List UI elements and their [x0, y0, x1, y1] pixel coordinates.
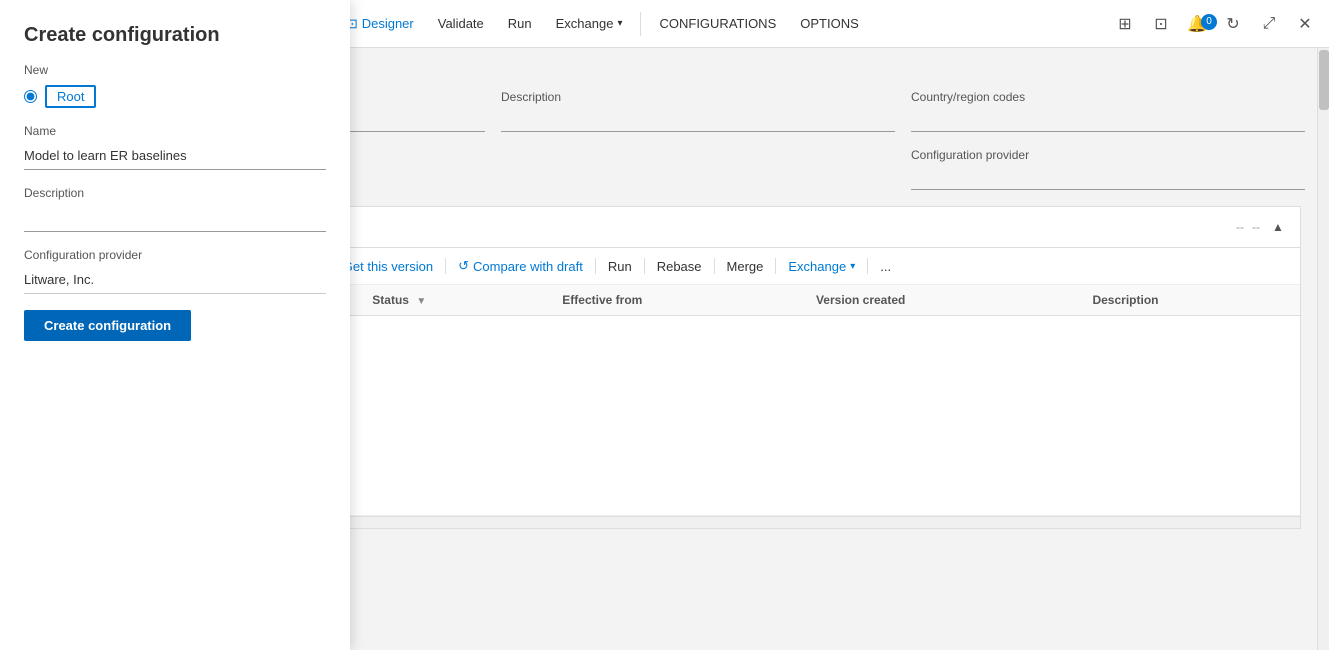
nav-separator-2 — [640, 12, 641, 36]
overlay-title: Create configuration — [24, 24, 326, 47]
overlay-name-label: Name — [24, 124, 326, 138]
description-field-label: Description — [501, 90, 895, 104]
compare-icon: ↺ — [458, 258, 469, 274]
status-filter-icon[interactable]: ▼ — [416, 296, 426, 307]
compare-draft-button[interactable]: ↺ Compare with draft — [450, 254, 591, 278]
config-provider-input[interactable] — [911, 166, 1305, 190]
expand-icon: ⤢ — [1263, 15, 1276, 33]
versions-exchange-button[interactable]: Exchange ▾ — [780, 255, 863, 278]
designer-label: Designer — [362, 16, 414, 31]
new-section-label: New — [24, 63, 326, 77]
overlay-description-label: Description — [24, 186, 326, 200]
run-button[interactable]: Run — [498, 10, 542, 37]
versions-dash1: -- — [1236, 220, 1244, 234]
rebase-button[interactable]: Rebase — [649, 255, 710, 278]
col-version-created: Version created — [804, 285, 1081, 316]
settings-icon-btn[interactable]: ⊞ — [1109, 8, 1141, 40]
options-button[interactable]: OPTIONS — [790, 10, 869, 37]
new-section: New Root — [24, 63, 326, 108]
toolbar-sep-7 — [775, 258, 776, 274]
overlay-description-input[interactable] — [24, 204, 326, 232]
settings-icon: ⊞ — [1118, 14, 1131, 34]
col-description: Description — [1080, 285, 1300, 316]
versions-controls: -- -- ▲ — [1236, 217, 1288, 237]
scrollbar-thumb[interactable] — [1319, 50, 1329, 110]
validate-button[interactable]: Validate — [428, 10, 494, 37]
toolbar-sep-6 — [714, 258, 715, 274]
description-input-display[interactable] — [501, 108, 895, 132]
options-label: OPTIONS — [800, 16, 859, 31]
office-icon: ⊡ — [1154, 14, 1167, 34]
overlay-provider-value: Litware, Inc. — [24, 266, 326, 294]
close-icon: ✕ — [1298, 14, 1311, 34]
more-button[interactable]: ... — [872, 255, 899, 278]
create-config-submit-label: Create configuration — [44, 318, 171, 333]
versions-collapse-btn[interactable]: ▲ — [1268, 217, 1288, 237]
create-config-overlay: Create configuration New Root Name Descr… — [0, 0, 350, 650]
merge-label: Merge — [727, 259, 764, 274]
notification-badge: 0 — [1201, 14, 1217, 30]
right-scrollbar[interactable] — [1317, 48, 1329, 650]
versions-exchange-label: Exchange — [788, 259, 846, 274]
configurations-nav-button[interactable]: CONFIGURATIONS — [649, 10, 786, 37]
get-version-label: Get this version — [343, 259, 433, 274]
description-field-display: Description — [501, 90, 895, 132]
toolbar-sep-3 — [445, 258, 446, 274]
country-region-label: Country/region codes — [911, 90, 1305, 104]
compare-draft-label: Compare with draft — [473, 259, 583, 274]
overlay-name-input[interactable] — [24, 142, 326, 170]
radio-root-input[interactable] — [24, 90, 37, 103]
expand-button[interactable]: ⤢ — [1253, 8, 1285, 40]
merge-button[interactable]: Merge — [719, 255, 772, 278]
exchange-label: Exchange — [556, 16, 614, 31]
overlay-provider-field: Configuration provider Litware, Inc. — [24, 248, 326, 294]
toolbar-sep-5 — [644, 258, 645, 274]
config-provider-field: Configuration provider — [911, 148, 1305, 190]
create-config-submit-button[interactable]: Create configuration — [24, 310, 191, 341]
validate-label: Validate — [438, 16, 484, 31]
notification-wrapper: 🔔 0 — [1181, 8, 1213, 40]
exchange-btn-dropdown: ▾ — [850, 261, 855, 272]
country-region-input[interactable] — [911, 108, 1305, 132]
refresh-icon: ↻ — [1226, 14, 1239, 34]
overlay-name-field: Name — [24, 124, 326, 170]
toolbar-sep-8 — [867, 258, 868, 274]
run-label: Run — [508, 16, 532, 31]
toolbar-sep-4 — [595, 258, 596, 274]
rebase-label: Rebase — [657, 259, 702, 274]
col-status: Status ▼ — [360, 285, 550, 316]
overlay-provider-label: Configuration provider — [24, 248, 326, 262]
more-label: ... — [880, 259, 891, 274]
exchange-dropdown-icon: ▾ — [617, 18, 622, 29]
exchange-button[interactable]: Exchange ▾ — [546, 10, 633, 37]
overlay-description-field: Description — [24, 186, 326, 232]
config-provider-label: Configuration provider — [911, 148, 1305, 162]
radio-root-label: Root — [45, 85, 96, 108]
radio-root-option[interactable]: Root — [24, 85, 326, 108]
office-icon-btn[interactable]: ⊡ — [1145, 8, 1177, 40]
country-region-field: Country/region codes — [911, 90, 1305, 132]
versions-run-label: Run — [608, 259, 632, 274]
col-effective-from: Effective from — [550, 285, 804, 316]
versions-dash2: -- — [1252, 220, 1260, 234]
versions-run-button[interactable]: Run — [600, 255, 640, 278]
refresh-button[interactable]: ↻ — [1217, 8, 1249, 40]
close-button[interactable]: ✕ — [1289, 8, 1321, 40]
configurations-nav-label: CONFIGURATIONS — [659, 16, 776, 31]
